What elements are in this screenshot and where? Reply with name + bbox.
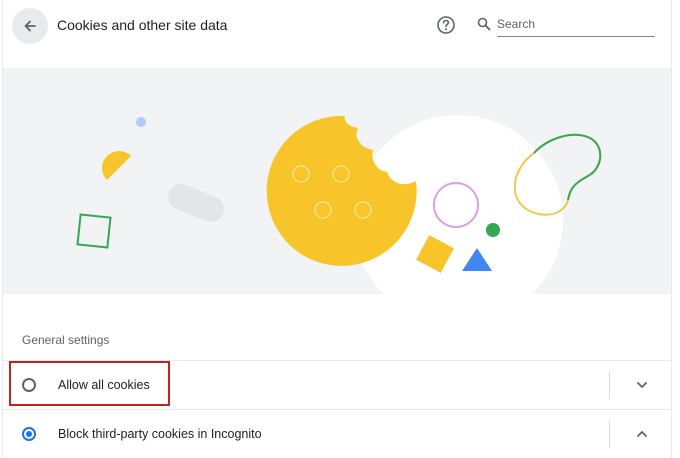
arrow-back-icon bbox=[24, 20, 36, 32]
radio-allow-all-cookies[interactable] bbox=[22, 378, 36, 392]
chevron-up-icon[interactable] bbox=[635, 427, 649, 441]
back-button[interactable] bbox=[12, 8, 48, 44]
option-label: Allow all cookies bbox=[58, 378, 150, 392]
option-label: Block third-party cookies in Incognito bbox=[58, 427, 262, 441]
radio-block-third-party-incognito[interactable] bbox=[22, 427, 36, 441]
search-input[interactable] bbox=[497, 12, 655, 37]
option-block-third-party-incognito[interactable]: Block third-party cookies in Incognito bbox=[3, 409, 671, 458]
search-box bbox=[477, 12, 657, 38]
blue-dot bbox=[136, 117, 146, 127]
general-settings-heading: General settings bbox=[22, 333, 110, 347]
cookies-illustration bbox=[3, 68, 671, 294]
row-divider bbox=[609, 371, 610, 399]
help-icon[interactable] bbox=[436, 15, 456, 35]
search-icon[interactable] bbox=[477, 17, 491, 31]
option-allow-all-cookies[interactable]: Allow all cookies bbox=[3, 360, 671, 409]
settings-card: Cookies and other site data Search Gener… bbox=[2, 0, 672, 458]
page-header: Cookies and other site data bbox=[3, 0, 671, 56]
row-divider bbox=[609, 420, 610, 448]
illustration-graphic bbox=[3, 68, 671, 294]
green-dot bbox=[486, 223, 500, 237]
page-title: Cookies and other site data bbox=[57, 17, 228, 33]
chevron-down-icon[interactable] bbox=[635, 378, 649, 392]
